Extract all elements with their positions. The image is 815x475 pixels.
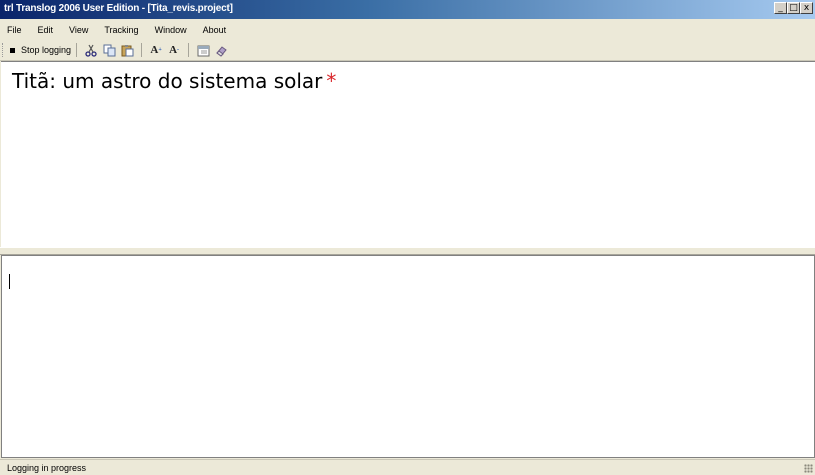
text-caret xyxy=(9,274,10,289)
font-increase-icon[interactable]: A + xyxy=(149,43,163,57)
source-text: Titã: um astro do sistema solar * xyxy=(12,69,336,93)
copy-icon[interactable] xyxy=(102,43,116,57)
resize-grip-icon[interactable] xyxy=(804,464,813,473)
font-decrease-icon[interactable]: A- xyxy=(167,43,181,57)
paste-icon[interactable] xyxy=(120,43,134,57)
menu-window[interactable]: Window xyxy=(147,25,195,35)
cut-icon[interactable] xyxy=(84,43,98,57)
calendar-icon[interactable] xyxy=(196,43,210,57)
toolbar: Stop logging A + A- xyxy=(0,40,815,61)
stop-logging-label: Stop logging xyxy=(21,45,72,55)
menu-view[interactable]: View xyxy=(61,25,96,35)
menu-edit[interactable]: Edit xyxy=(30,25,62,35)
menu-tracking[interactable]: Tracking xyxy=(96,25,146,35)
status-text: Logging in progress xyxy=(7,463,87,473)
maximize-button[interactable]: □ xyxy=(787,2,800,14)
source-text-content: Titã: um astro do sistema solar xyxy=(12,69,323,93)
toolbar-separator xyxy=(188,43,190,57)
stop-icon xyxy=(10,47,15,53)
menu-about[interactable]: About xyxy=(195,25,235,35)
pane-splitter[interactable] xyxy=(0,247,815,255)
status-bar: Logging in progress xyxy=(0,459,815,475)
title-bar: trl Translog 2006 User Edition - [Tita_r… xyxy=(0,0,815,19)
source-text-pane[interactable]: Titã: um astro do sistema solar * xyxy=(1,61,815,247)
modified-marker: * xyxy=(326,69,337,93)
menu-file[interactable]: File xyxy=(0,25,30,35)
toolbar-grip[interactable] xyxy=(2,43,6,57)
window-controls: _ □ x xyxy=(774,2,813,14)
stop-logging-button[interactable]: Stop logging xyxy=(10,45,71,55)
target-text-pane[interactable] xyxy=(1,255,815,458)
minimize-button[interactable]: _ xyxy=(774,2,787,14)
close-button[interactable]: x xyxy=(800,2,813,14)
menu-bar: File Edit View Tracking Window About xyxy=(0,19,815,40)
eraser-icon[interactable] xyxy=(214,43,228,57)
toolbar-separator xyxy=(141,43,143,57)
window-title: trl Translog 2006 User Edition - [Tita_r… xyxy=(4,3,233,14)
toolbar-separator xyxy=(76,43,78,57)
